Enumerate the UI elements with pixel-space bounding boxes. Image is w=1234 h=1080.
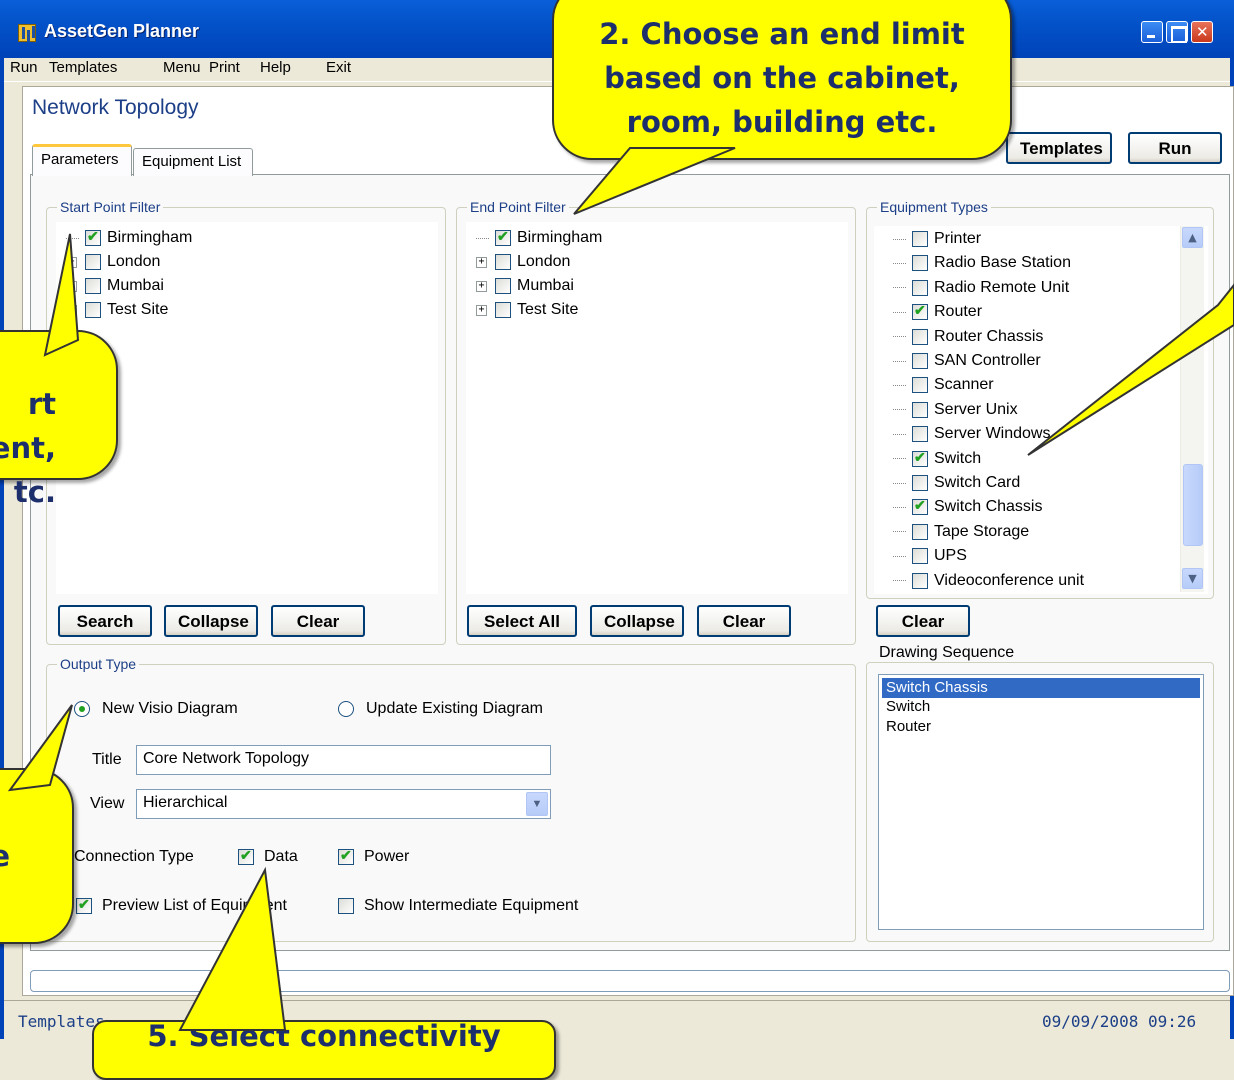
- callout-5-pointer: [178, 866, 287, 1031]
- callout-4-pointer: [7, 704, 73, 792]
- callout-3-pointer: [1027, 283, 1234, 456]
- callout-1-pointer: [43, 233, 80, 357]
- callout-2-pointer: [573, 147, 736, 215]
- callout-pointers: [7, 147, 1234, 1031]
